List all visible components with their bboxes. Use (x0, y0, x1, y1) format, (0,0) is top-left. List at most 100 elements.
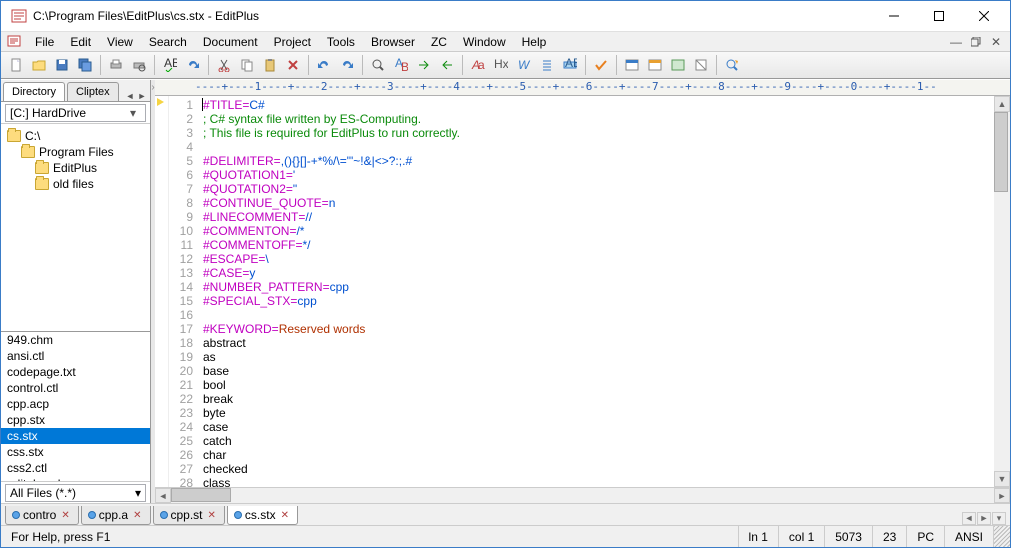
file-row[interactable]: control.ctl (1, 380, 150, 396)
spell-check-button[interactable]: ABC (159, 54, 181, 76)
file-icon (234, 511, 242, 519)
doctab-scroll-left[interactable]: ◄ (962, 512, 976, 525)
find-button[interactable] (367, 54, 389, 76)
file-row[interactable]: codepage.txt (1, 364, 150, 380)
doctab-menu[interactable]: ▾ (992, 512, 1006, 525)
browser-2-button[interactable] (644, 54, 666, 76)
close-icon[interactable]: ✕ (61, 510, 69, 521)
vertical-scrollbar[interactable]: ▲ ▼ (994, 96, 1010, 487)
close-button[interactable] (961, 2, 1006, 30)
scroll-down-button[interactable]: ▼ (994, 471, 1010, 487)
drive-select[interactable]: [C:] HardDrive▾ (5, 104, 146, 122)
doctab-csstx[interactable]: cs.stx✕ (227, 506, 298, 525)
tree-item[interactable]: old files (3, 176, 148, 192)
status-count: 5073 (825, 526, 873, 547)
doctab-cppa[interactable]: cpp.a✕ (81, 506, 151, 525)
paste-button[interactable] (259, 54, 281, 76)
status-cp: ANSI (945, 526, 994, 547)
menu-document[interactable]: Document (195, 33, 266, 51)
ruler-button[interactable]: AB (559, 54, 581, 76)
tree-item[interactable]: C:\ (3, 128, 148, 144)
app-icon (11, 8, 27, 24)
file-row[interactable]: cpp.acp (1, 396, 150, 412)
print-preview-button[interactable] (128, 54, 150, 76)
menu-browser[interactable]: Browser (363, 33, 423, 51)
save-button[interactable] (51, 54, 73, 76)
doctab-scroll-right[interactable]: ► (977, 512, 991, 525)
close-icon[interactable]: ✕ (133, 510, 141, 521)
copy-button[interactable] (236, 54, 258, 76)
save-all-button[interactable] (74, 54, 96, 76)
horizontal-scrollbar[interactable]: ◄ ► (155, 487, 1010, 503)
redo-button-2[interactable] (336, 54, 358, 76)
mdi-close-button[interactable]: ✕ (987, 34, 1005, 50)
undo-button[interactable] (313, 54, 335, 76)
file-icon (160, 511, 168, 519)
menu-tools[interactable]: Tools (319, 33, 363, 51)
doctab-cppst[interactable]: cpp.st✕ (153, 506, 225, 525)
document-tabs: contro✕cpp.a✕cpp.st✕cs.stx✕ ◄►▾ (1, 503, 1010, 525)
scroll-up-button[interactable]: ▲ (994, 96, 1010, 112)
goto-button[interactable] (413, 54, 435, 76)
tree-item[interactable]: EditPlus (3, 160, 148, 176)
hex-button[interactable]: Hx (490, 54, 512, 76)
tab-directory[interactable]: Directory (3, 82, 65, 101)
editor: ----+----1----+----2----+----3----+----4… (155, 80, 1010, 503)
file-row[interactable]: cpp.stx (1, 412, 150, 428)
open-file-button[interactable] (28, 54, 50, 76)
code-area[interactable]: #TITLE=C#; C# syntax file written by ES-… (199, 96, 994, 487)
maximize-button[interactable] (916, 2, 961, 30)
tab-scroll-right[interactable]: ► (136, 91, 148, 101)
delete-button[interactable] (282, 54, 304, 76)
file-row[interactable]: css2.ctl (1, 460, 150, 476)
folder-tree[interactable]: C:\Program FilesEditPlusold files (1, 124, 150, 332)
toolbar: ABC AB Aa Hx W AB (1, 51, 1010, 79)
browser-button[interactable] (621, 54, 643, 76)
menu-window[interactable]: Window (455, 33, 514, 51)
svg-text:a: a (478, 58, 485, 72)
tree-item[interactable]: Program Files (3, 144, 148, 160)
svg-text:B: B (401, 60, 408, 72)
folder-icon (35, 162, 49, 174)
menu-view[interactable]: View (99, 33, 141, 51)
font-button[interactable]: Aa (467, 54, 489, 76)
doctab-contro[interactable]: contro✕ (5, 506, 79, 525)
redo-button[interactable] (182, 54, 204, 76)
file-row[interactable]: css.stx (1, 444, 150, 460)
menu-search[interactable]: Search (141, 33, 195, 51)
mdi-restore-button[interactable] (967, 34, 985, 50)
tool-button[interactable] (667, 54, 689, 76)
mdi-minimize-button[interactable]: — (947, 34, 965, 50)
scroll-right-button[interactable]: ► (994, 488, 1010, 503)
file-row[interactable]: cs.stx (1, 428, 150, 444)
scroll-left-button[interactable]: ◄ (155, 488, 171, 503)
print-button[interactable] (105, 54, 127, 76)
new-file-button[interactable] (5, 54, 27, 76)
file-row[interactable]: 949.chm (1, 332, 150, 348)
linenum-button[interactable] (536, 54, 558, 76)
settings-button[interactable] (690, 54, 712, 76)
menu-file[interactable]: File (27, 33, 62, 51)
hscroll-thumb[interactable] (171, 488, 231, 502)
cut-button[interactable] (213, 54, 235, 76)
file-row[interactable]: ansi.ctl (1, 348, 150, 364)
menu-help[interactable]: Help (514, 33, 555, 51)
close-icon[interactable]: ✕ (208, 510, 216, 521)
close-icon[interactable]: ✕ (281, 510, 289, 521)
run-button[interactable] (721, 54, 743, 76)
filter-select[interactable]: All Files (*.*)▾ (5, 484, 146, 502)
menu-edit[interactable]: Edit (62, 33, 99, 51)
menu-project[interactable]: Project (266, 33, 319, 51)
vscroll-thumb[interactable] (994, 112, 1008, 192)
marker-bar[interactable] (155, 96, 169, 487)
minimize-button[interactable] (871, 2, 916, 30)
goto-back-button[interactable] (436, 54, 458, 76)
tab-scroll-left[interactable]: ◄ (124, 91, 136, 101)
menu-zc[interactable]: ZC (423, 33, 455, 51)
resize-grip[interactable] (994, 526, 1010, 547)
tab-cliptext[interactable]: Cliptex (67, 82, 119, 101)
check-button[interactable] (590, 54, 612, 76)
wordwrap-button[interactable]: W (513, 54, 535, 76)
file-list[interactable]: 949.chmansi.ctlcodepage.txtcontrol.ctlcp… (1, 332, 150, 481)
replace-button[interactable]: AB (390, 54, 412, 76)
